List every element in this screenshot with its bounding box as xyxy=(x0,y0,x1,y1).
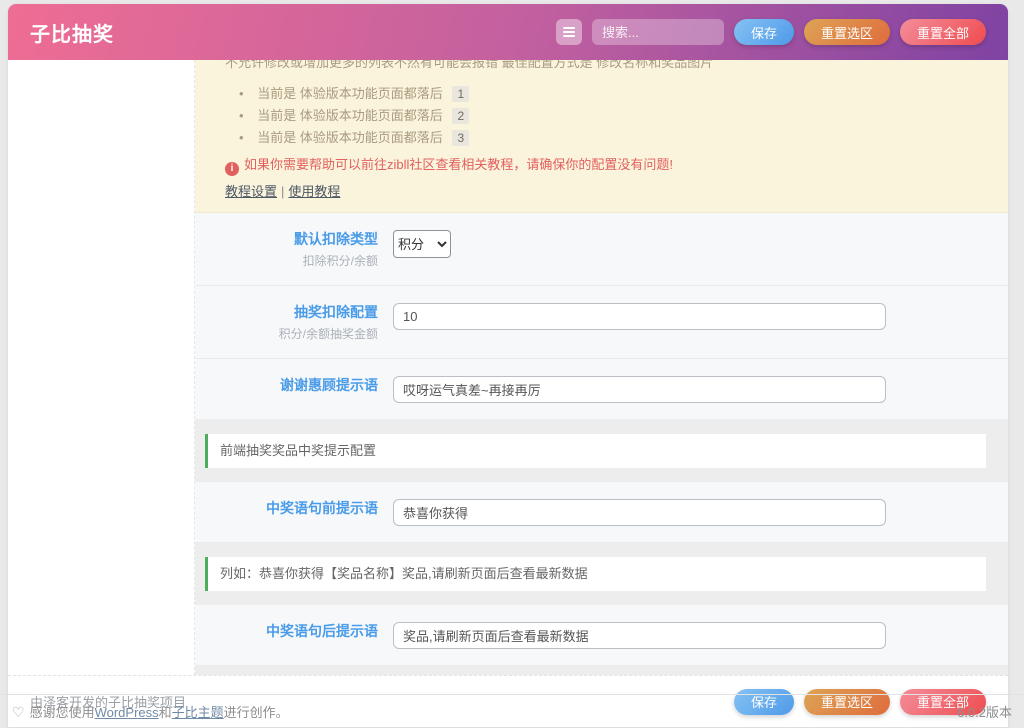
deduct-type-select[interactable]: 积分 xyxy=(393,230,451,258)
list-item: 当前是 体验版本功能页面都落后 3 xyxy=(239,127,984,149)
bullet-text: 当前是 体验版本功能页面都落后 xyxy=(257,130,443,145)
form-row-deduct-amount: 抽奖扣除配置 积分/余额抽奖金额 xyxy=(195,286,1008,359)
link-separator: | xyxy=(281,184,284,199)
field-sublabel: 积分/余额抽奖金额 xyxy=(195,325,378,342)
header-bar: 子比抽奖 保存 重置选区 重置全部 xyxy=(8,4,1008,60)
warning-line: i 如果你需要帮助可以前往zibll社区查看相关教程，请确保你的配置没有问题! xyxy=(225,156,984,176)
list-item: 当前是 体验版本功能页面都落后 1 xyxy=(239,83,984,105)
save-button[interactable]: 保存 xyxy=(734,19,794,45)
field-label: 抽奖扣除配置 xyxy=(195,303,378,321)
sidebar xyxy=(8,60,195,675)
form-row-win-suffix: 中奖语句后提示语 xyxy=(195,605,1008,666)
main-content: 不允许修改或增加更多的列表不然有可能会报错 最佳配置方式是 修改名称和奖品图片 … xyxy=(195,60,1008,675)
bullet-text: 当前是 体验版本功能页面都落后 xyxy=(257,108,443,123)
lose-tip-input[interactable] xyxy=(393,376,886,403)
status-badge: 1 xyxy=(452,86,469,102)
spacer xyxy=(195,666,1008,675)
field-label-block: 中奖语句后提示语 xyxy=(195,622,378,649)
notice-bullet-list: 当前是 体验版本功能页面都落后 1 当前是 体验版本功能页面都落后 2 当前是 … xyxy=(225,83,984,149)
heart-icon: ♡ xyxy=(12,704,25,720)
section-wrap: 列如：恭喜你获得【奖品名称】奖品,请刷新页面后查看最新数据 xyxy=(195,543,1008,605)
win-prefix-input[interactable] xyxy=(393,499,886,526)
win-suffix-input[interactable] xyxy=(393,622,886,649)
usage-tutorial-link[interactable]: 使用教程 xyxy=(288,184,340,199)
bottom-info-bar: ♡ 感谢您使用WordPress和子比主题进行创作。 6.0.2版本 xyxy=(0,694,1024,728)
thanks-line: ♡ 感谢您使用WordPress和子比主题进行创作。 xyxy=(12,702,289,721)
field-sublabel: 扣除积分/余额 xyxy=(195,252,378,269)
field-label-block: 抽奖扣除配置 积分/余额抽奖金额 xyxy=(195,303,378,342)
menu-icon[interactable] xyxy=(556,19,582,45)
field-label-block: 谢谢惠顾提示语 xyxy=(195,376,378,403)
header-actions: 保存 重置选区 重置全部 xyxy=(556,19,986,45)
menu-bars-icon xyxy=(563,31,575,33)
settings-card: 子比抽奖 保存 重置选区 重置全部 不允许修改或增加更多的列表不然有可能会报错 … xyxy=(8,4,1008,727)
tutorial-settings-link[interactable]: 教程设置 xyxy=(225,184,277,199)
section-title-winning-config: 前端抽奖奖品中奖提示配置 xyxy=(205,434,986,468)
thanks-prefix: 感谢您使用 xyxy=(30,705,95,720)
info-icon: i xyxy=(225,162,239,176)
field-label: 默认扣除类型 xyxy=(195,230,378,248)
reset-selection-button[interactable]: 重置选区 xyxy=(804,19,890,45)
thanks-suffix: 进行创作。 xyxy=(224,705,289,720)
panel-body: 不允许修改或增加更多的列表不然有可能会报错 最佳配置方式是 修改名称和奖品图片 … xyxy=(8,60,1008,675)
deduct-amount-input[interactable] xyxy=(393,303,886,330)
field-label: 中奖语句前提示语 xyxy=(195,499,378,517)
field-control xyxy=(393,622,886,649)
notice-box: 不允许修改或增加更多的列表不然有可能会报错 最佳配置方式是 修改名称和奖品图片 … xyxy=(195,60,1008,213)
status-badge: 3 xyxy=(452,130,469,146)
wordpress-link[interactable]: WordPress xyxy=(95,705,159,720)
form-row-win-prefix: 中奖语句前提示语 xyxy=(195,482,1008,543)
field-label-block: 默认扣除类型 扣除积分/余额 xyxy=(195,230,378,269)
list-item: 当前是 体验版本功能页面都落后 2 xyxy=(239,105,984,127)
section-example-text: 列如：恭喜你获得【奖品名称】奖品,请刷新页面后查看最新数据 xyxy=(205,557,986,591)
field-label: 谢谢惠顾提示语 xyxy=(195,376,378,394)
notice-top-line: 不允许修改或增加更多的列表不然有可能会报错 最佳配置方式是 修改名称和奖品图片 xyxy=(225,60,984,72)
reset-all-button[interactable]: 重置全部 xyxy=(900,19,986,45)
form-row-lose-tip: 谢谢惠顾提示语 xyxy=(195,359,1008,420)
tutorial-links: 教程设置 | 使用教程 xyxy=(225,181,984,200)
bullet-text: 当前是 体验版本功能页面都落后 xyxy=(257,86,443,101)
theme-link[interactable]: 子比主题 xyxy=(172,705,224,720)
field-control xyxy=(393,303,886,342)
field-label: 中奖语句后提示语 xyxy=(195,622,378,640)
field-control xyxy=(393,376,886,403)
version-text: 6.0.2版本 xyxy=(957,702,1012,721)
field-control xyxy=(393,499,886,526)
warning-text: 如果你需要帮助可以前往zibll社区查看相关教程，请确保你的配置没有问题! xyxy=(244,157,673,172)
conjunction: 和 xyxy=(159,705,172,720)
form-row-deduct-type: 默认扣除类型 扣除积分/余额 积分 xyxy=(195,213,1008,286)
field-control: 积分 xyxy=(393,230,451,269)
page-title: 子比抽奖 xyxy=(30,18,114,47)
search-input[interactable] xyxy=(592,19,724,45)
field-label-block: 中奖语句前提示语 xyxy=(195,499,378,526)
section-wrap: 前端抽奖奖品中奖提示配置 xyxy=(195,420,1008,482)
status-badge: 2 xyxy=(452,108,469,124)
